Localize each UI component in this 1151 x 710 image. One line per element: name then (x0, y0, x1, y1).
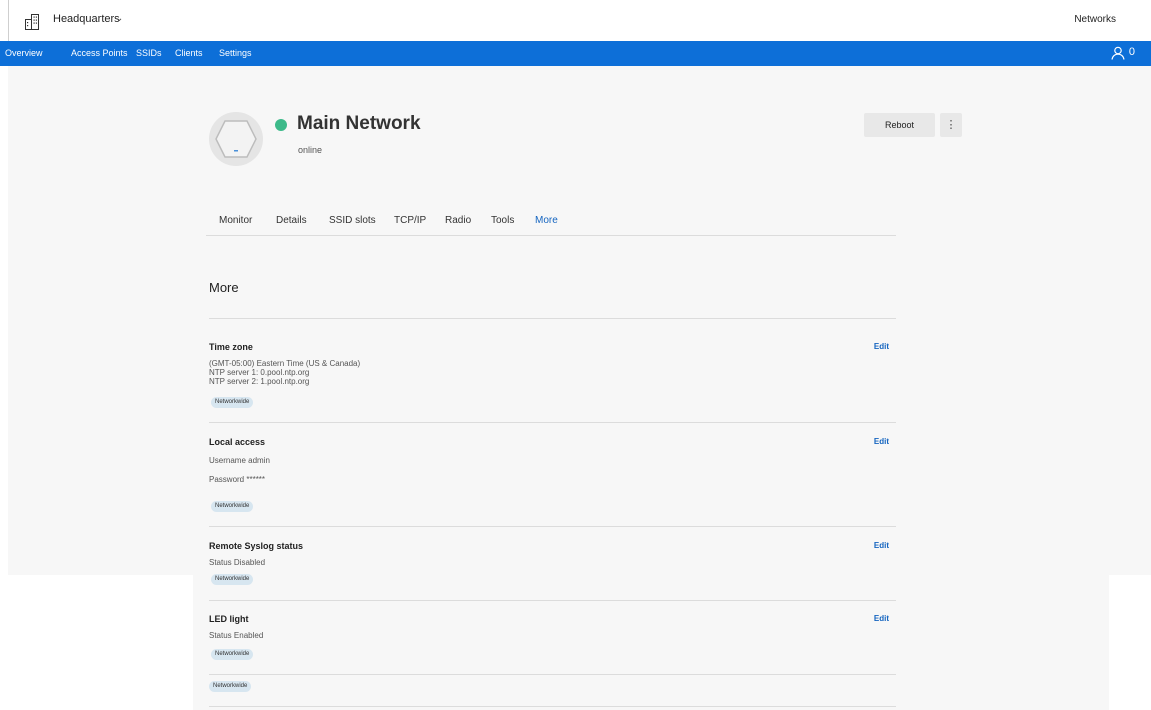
tab-monitor[interactable]: Monitor (219, 215, 252, 226)
window-frame-edge (8, 0, 9, 41)
top-bar: Headquarters ⌄ Networks (0, 0, 1151, 41)
edit-button[interactable]: Edit (874, 614, 889, 623)
divider (209, 706, 896, 707)
setting-value: NTP server 1: 0.pool.ntp.org (209, 368, 310, 377)
tab-tools[interactable]: Tools (491, 215, 514, 226)
setting-value: (GMT-05:00) Eastern Time (US & Canada) (209, 359, 361, 368)
edit-button[interactable]: Edit (874, 437, 889, 446)
access-point-icon (215, 120, 257, 158)
nav-item-settings[interactable]: Settings (219, 48, 252, 58)
tab-details[interactable]: Details (276, 215, 307, 226)
card-title: Time zone (209, 342, 253, 352)
scope-badge: Networkwide (211, 501, 254, 512)
section-title: More (209, 280, 239, 295)
more-options-button[interactable]: ⋮ (940, 113, 962, 137)
building-icon (25, 14, 39, 30)
nav-item-ssids[interactable]: SSIDs (136, 48, 162, 58)
device-status-text: online (298, 145, 323, 155)
setting-value: NTP server 2: 1.pool.ntp.org (209, 377, 310, 386)
tab-more[interactable]: More (535, 215, 558, 226)
setting-value: Status Enabled (209, 631, 264, 640)
setting-card-time-zone: Time zone Edit (GMT-05:00) Eastern Time … (209, 319, 896, 423)
user-icon[interactable] (1111, 46, 1125, 60)
scope-badge: Networkwide (211, 397, 254, 408)
page-title: Main Network (297, 113, 421, 134)
site-selector[interactable]: Headquarters (53, 13, 120, 25)
card-title: Remote Syslog status (209, 541, 304, 551)
main-nav: Overview Access Points SSIDs Clients Set… (0, 41, 1151, 66)
scope-badge: Networkwide (211, 574, 254, 585)
setting-card-remote-syslog: Remote Syslog status Edit Status Disable… (209, 527, 896, 601)
edit-button[interactable]: Edit (874, 541, 889, 550)
nav-item-access-points[interactable]: Access Points (71, 48, 128, 58)
setting-card-local-access: Local access Edit Username admin Passwor… (209, 423, 896, 527)
setting-value: Username admin (209, 456, 270, 465)
setting-card-led-light: LED light Edit Status Enabled Networkwid… (209, 601, 896, 675)
device-tabs: Monitor Details SSID slots TCP/IP Radio … (206, 208, 896, 236)
online-status-dot (275, 119, 287, 131)
nav-item-clients[interactable]: Clients (175, 48, 203, 58)
tab-ssid-slots[interactable]: SSID slots (329, 215, 376, 226)
setting-value: Password ****** (209, 475, 266, 484)
tab-tcp-ip[interactable]: TCP/IP (394, 215, 426, 226)
edit-button[interactable]: Edit (874, 342, 889, 351)
networks-link[interactable]: Networks (1074, 14, 1116, 25)
setting-value: Status Disabled (209, 558, 266, 567)
tab-radio[interactable]: Radio (445, 215, 471, 226)
scope-badge: Networkwide (211, 649, 254, 660)
user-count: 0 (1128, 46, 1135, 58)
card-title: LED light (209, 614, 249, 624)
scope-badge: Networkwide (209, 681, 252, 692)
chevron-down-icon[interactable]: ⌄ (115, 13, 123, 24)
card-title: Local access (209, 437, 266, 447)
reboot-button[interactable]: Reboot (864, 113, 935, 137)
nav-item-overview[interactable]: Overview (5, 48, 43, 58)
